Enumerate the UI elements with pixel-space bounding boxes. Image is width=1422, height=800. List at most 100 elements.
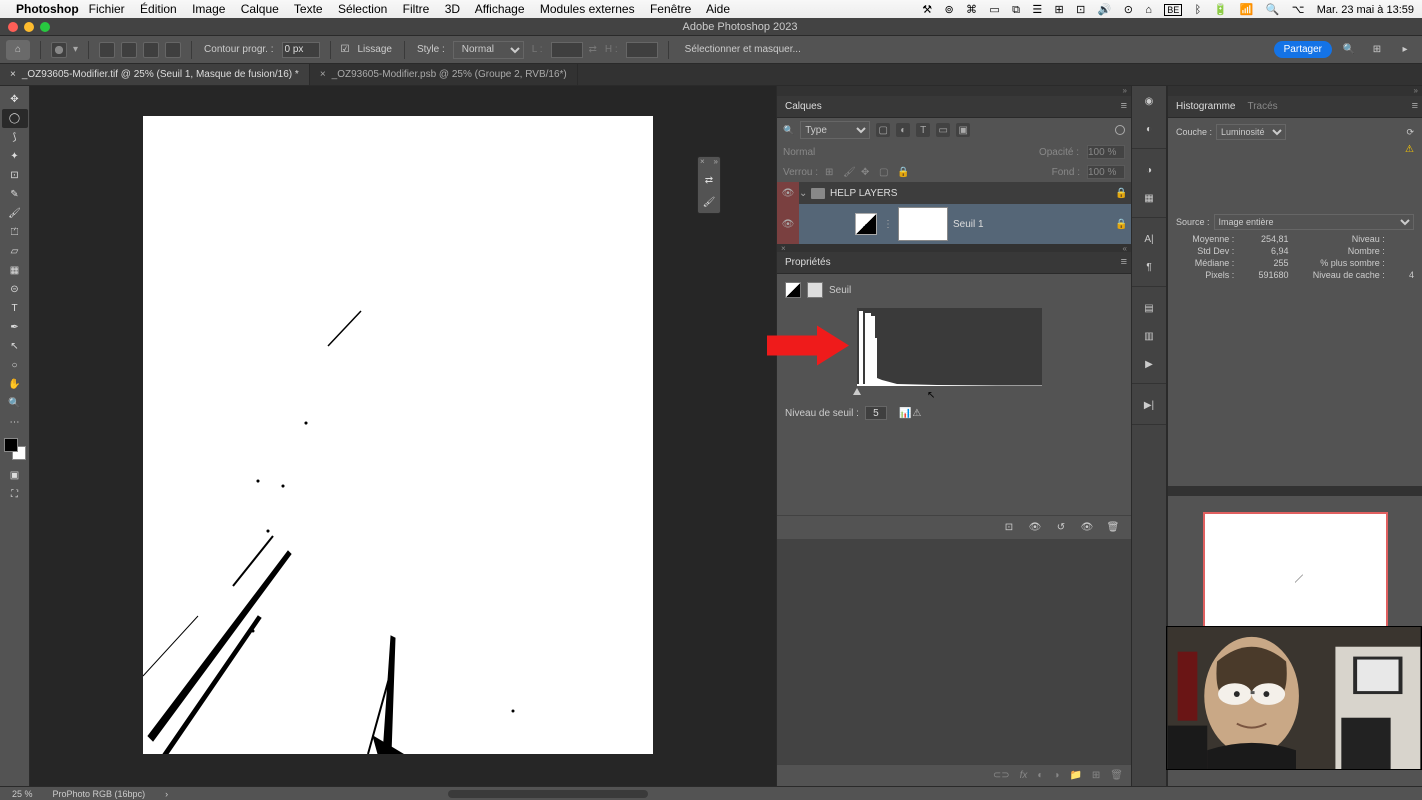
style-select[interactable]: Normal xyxy=(453,41,524,59)
actions-panel-icon[interactable]: ▶ xyxy=(1140,355,1158,373)
lock-transparency-icon[interactable]: ⊞ xyxy=(825,167,836,178)
threshold-slider[interactable] xyxy=(857,390,1042,398)
filter-toggle[interactable] xyxy=(1115,125,1125,135)
horizontal-scrollbar[interactable] xyxy=(448,790,648,798)
tray-icon[interactable]: ⊡ xyxy=(1076,4,1085,16)
tray-icon[interactable]: ⧉ xyxy=(1012,4,1020,16)
stamp-tool[interactable]: ⏍ xyxy=(2,223,28,242)
filter-adjust-icon[interactable]: ◐ xyxy=(896,123,910,137)
layers-panel-tab[interactable]: Calques ≡ xyxy=(777,96,1131,118)
layer-group-row[interactable]: 👁 ⌄ HELP LAYERS 🔒 xyxy=(777,182,1131,204)
tab-traces[interactable]: Tracés xyxy=(1247,101,1277,112)
menu-calque[interactable]: Calque xyxy=(241,2,279,16)
paragraph-panel-icon[interactable]: ¶ xyxy=(1140,258,1158,276)
panel-menu-icon[interactable]: ≡ xyxy=(1412,100,1418,112)
brush-icon[interactable]: ⇄ xyxy=(698,169,720,191)
screenmode-tool[interactable]: ⛶ xyxy=(2,485,28,504)
layer-row-selected[interactable]: 👁 ⋮ Seuil 1 🔒 xyxy=(777,204,1131,244)
mask-icon[interactable]: ◐ xyxy=(1037,770,1043,781)
clip-icon[interactable]: ⊡ xyxy=(1001,520,1017,536)
share-button[interactable]: Partager xyxy=(1274,41,1332,58)
new-layer-icon[interactable]: ⊞ xyxy=(1092,770,1100,781)
volume-icon[interactable]: 🔊 xyxy=(1098,4,1112,16)
close-tab-icon[interactable]: × xyxy=(10,69,16,80)
menu-modules[interactable]: Modules externes xyxy=(540,2,635,16)
character-panel-icon[interactable]: A| xyxy=(1140,230,1158,248)
auto-icon[interactable]: 📊⚠ xyxy=(899,408,921,419)
close-icon[interactable]: × xyxy=(700,157,705,169)
bluetooth-icon[interactable]: ⚒ xyxy=(922,4,932,16)
libraries-panel-icon[interactable]: ▤ xyxy=(1140,299,1158,317)
lock-position-icon[interactable]: ✥ xyxy=(861,167,872,178)
battery-icon[interactable]: 🔋 xyxy=(1214,4,1228,16)
panel-menu-icon[interactable]: ≡ xyxy=(1121,100,1127,112)
document-tab[interactable]: × _OZ93605-Modifier.tif @ 25% (Seuil 1, … xyxy=(0,64,310,85)
tray-icon[interactable]: BE xyxy=(1164,4,1182,16)
dropdown-icon[interactable]: ▾ xyxy=(73,44,78,55)
menu-fichier[interactable]: Fichier xyxy=(89,2,125,16)
opacity-input[interactable] xyxy=(1087,145,1125,159)
menu-image[interactable]: Image xyxy=(192,2,225,16)
folder-icon[interactable]: 📁 xyxy=(1069,770,1081,781)
swatches-panel-icon[interactable]: ◐ xyxy=(1140,120,1158,138)
dodge-tool[interactable]: ⊝ xyxy=(2,280,28,299)
menu-filtre[interactable]: Filtre xyxy=(403,2,430,16)
menu-affichage[interactable]: Affichage xyxy=(475,2,525,16)
status-zoom[interactable]: 25 % xyxy=(12,789,33,799)
reset-icon[interactable]: ↺ xyxy=(1053,520,1069,536)
gradient-tool[interactable]: ▦ xyxy=(2,261,28,280)
menu-3d[interactable]: 3D xyxy=(445,2,460,16)
view-previous-icon[interactable]: 👁 xyxy=(1027,520,1043,536)
info-panel-icon[interactable]: ▥ xyxy=(1140,327,1158,345)
contour-input[interactable] xyxy=(282,42,320,58)
tray-icon[interactable]: ⊙ xyxy=(1124,4,1133,16)
menu-fenetre[interactable]: Fenêtre xyxy=(650,2,691,16)
close-tab-icon[interactable]: × xyxy=(320,69,326,80)
maximize-window-button[interactable] xyxy=(40,22,50,32)
blend-mode[interactable]: Normal xyxy=(783,147,815,158)
panel-menu-icon[interactable]: ≡ xyxy=(1121,256,1127,268)
brush-settings-float[interactable]: ×» ⇄ 🖌 xyxy=(697,156,721,214)
layer-name[interactable]: HELP LAYERS xyxy=(830,188,1115,199)
lock-icon[interactable]: 🔒 xyxy=(1115,219,1131,230)
color-swatches[interactable] xyxy=(4,438,26,460)
close-window-button[interactable] xyxy=(8,22,18,32)
bluetooth-icon[interactable]: ᛒ xyxy=(1195,4,1202,16)
app-name[interactable]: Photoshop xyxy=(16,2,79,16)
channel-select[interactable]: Luminosité xyxy=(1216,124,1286,140)
selection-subtract-icon[interactable] xyxy=(143,42,159,58)
threshold-histogram[interactable]: ↖ xyxy=(857,308,1042,386)
foreground-color[interactable] xyxy=(4,438,18,452)
layer-mask-thumb[interactable] xyxy=(899,208,947,240)
tray-icon[interactable]: ⊞ xyxy=(1055,4,1064,16)
adjustment-icon[interactable]: ◑ xyxy=(1053,770,1059,781)
clock[interactable]: Mar. 23 mai à 13:59 xyxy=(1317,4,1414,16)
crop-tool[interactable]: ⊡ xyxy=(2,166,28,185)
menu-edition[interactable]: Édition xyxy=(140,2,177,16)
more-tools[interactable]: ⋯ xyxy=(2,413,28,432)
hand-tool[interactable]: ✋ xyxy=(2,375,28,394)
eraser-tool[interactable]: ▱ xyxy=(2,242,28,261)
collapse-icon[interactable]: » xyxy=(1123,86,1127,96)
control-center-icon[interactable]: ⌥ xyxy=(1292,4,1305,16)
canvas-area[interactable]: ×» ⇄ 🖌 xyxy=(30,86,776,786)
type-tool[interactable]: T xyxy=(2,299,28,318)
level-input[interactable] xyxy=(865,406,887,420)
filter-pixel-icon[interactable]: ▢ xyxy=(876,123,890,137)
source-select[interactable]: Image entière xyxy=(1214,214,1414,230)
tray-icon[interactable]: ▭ xyxy=(989,4,999,16)
layer-name[interactable]: Seuil 1 xyxy=(953,219,1115,230)
tray-icon[interactable]: ⌂ xyxy=(1145,4,1152,16)
zoom-tool[interactable]: 🔍 xyxy=(2,394,28,413)
move-tool[interactable]: ✥ xyxy=(2,90,28,109)
fx-icon[interactable]: fx xyxy=(1020,770,1028,781)
marquee-tool[interactable]: ◯ xyxy=(2,109,28,128)
lock-image-icon[interactable]: 🖌 xyxy=(843,167,854,178)
selection-new-icon[interactable] xyxy=(99,42,115,58)
visibility-toggle[interactable]: 👁 xyxy=(777,204,799,244)
styles-panel-icon[interactable]: ▦ xyxy=(1140,189,1158,207)
lock-artboard-icon[interactable]: ▢ xyxy=(879,167,890,178)
quickmask-tool[interactable]: ▣ xyxy=(2,466,28,485)
collapse-icon[interactable]: « xyxy=(1123,244,1127,252)
collapse-icon[interactable]: » xyxy=(714,157,718,169)
